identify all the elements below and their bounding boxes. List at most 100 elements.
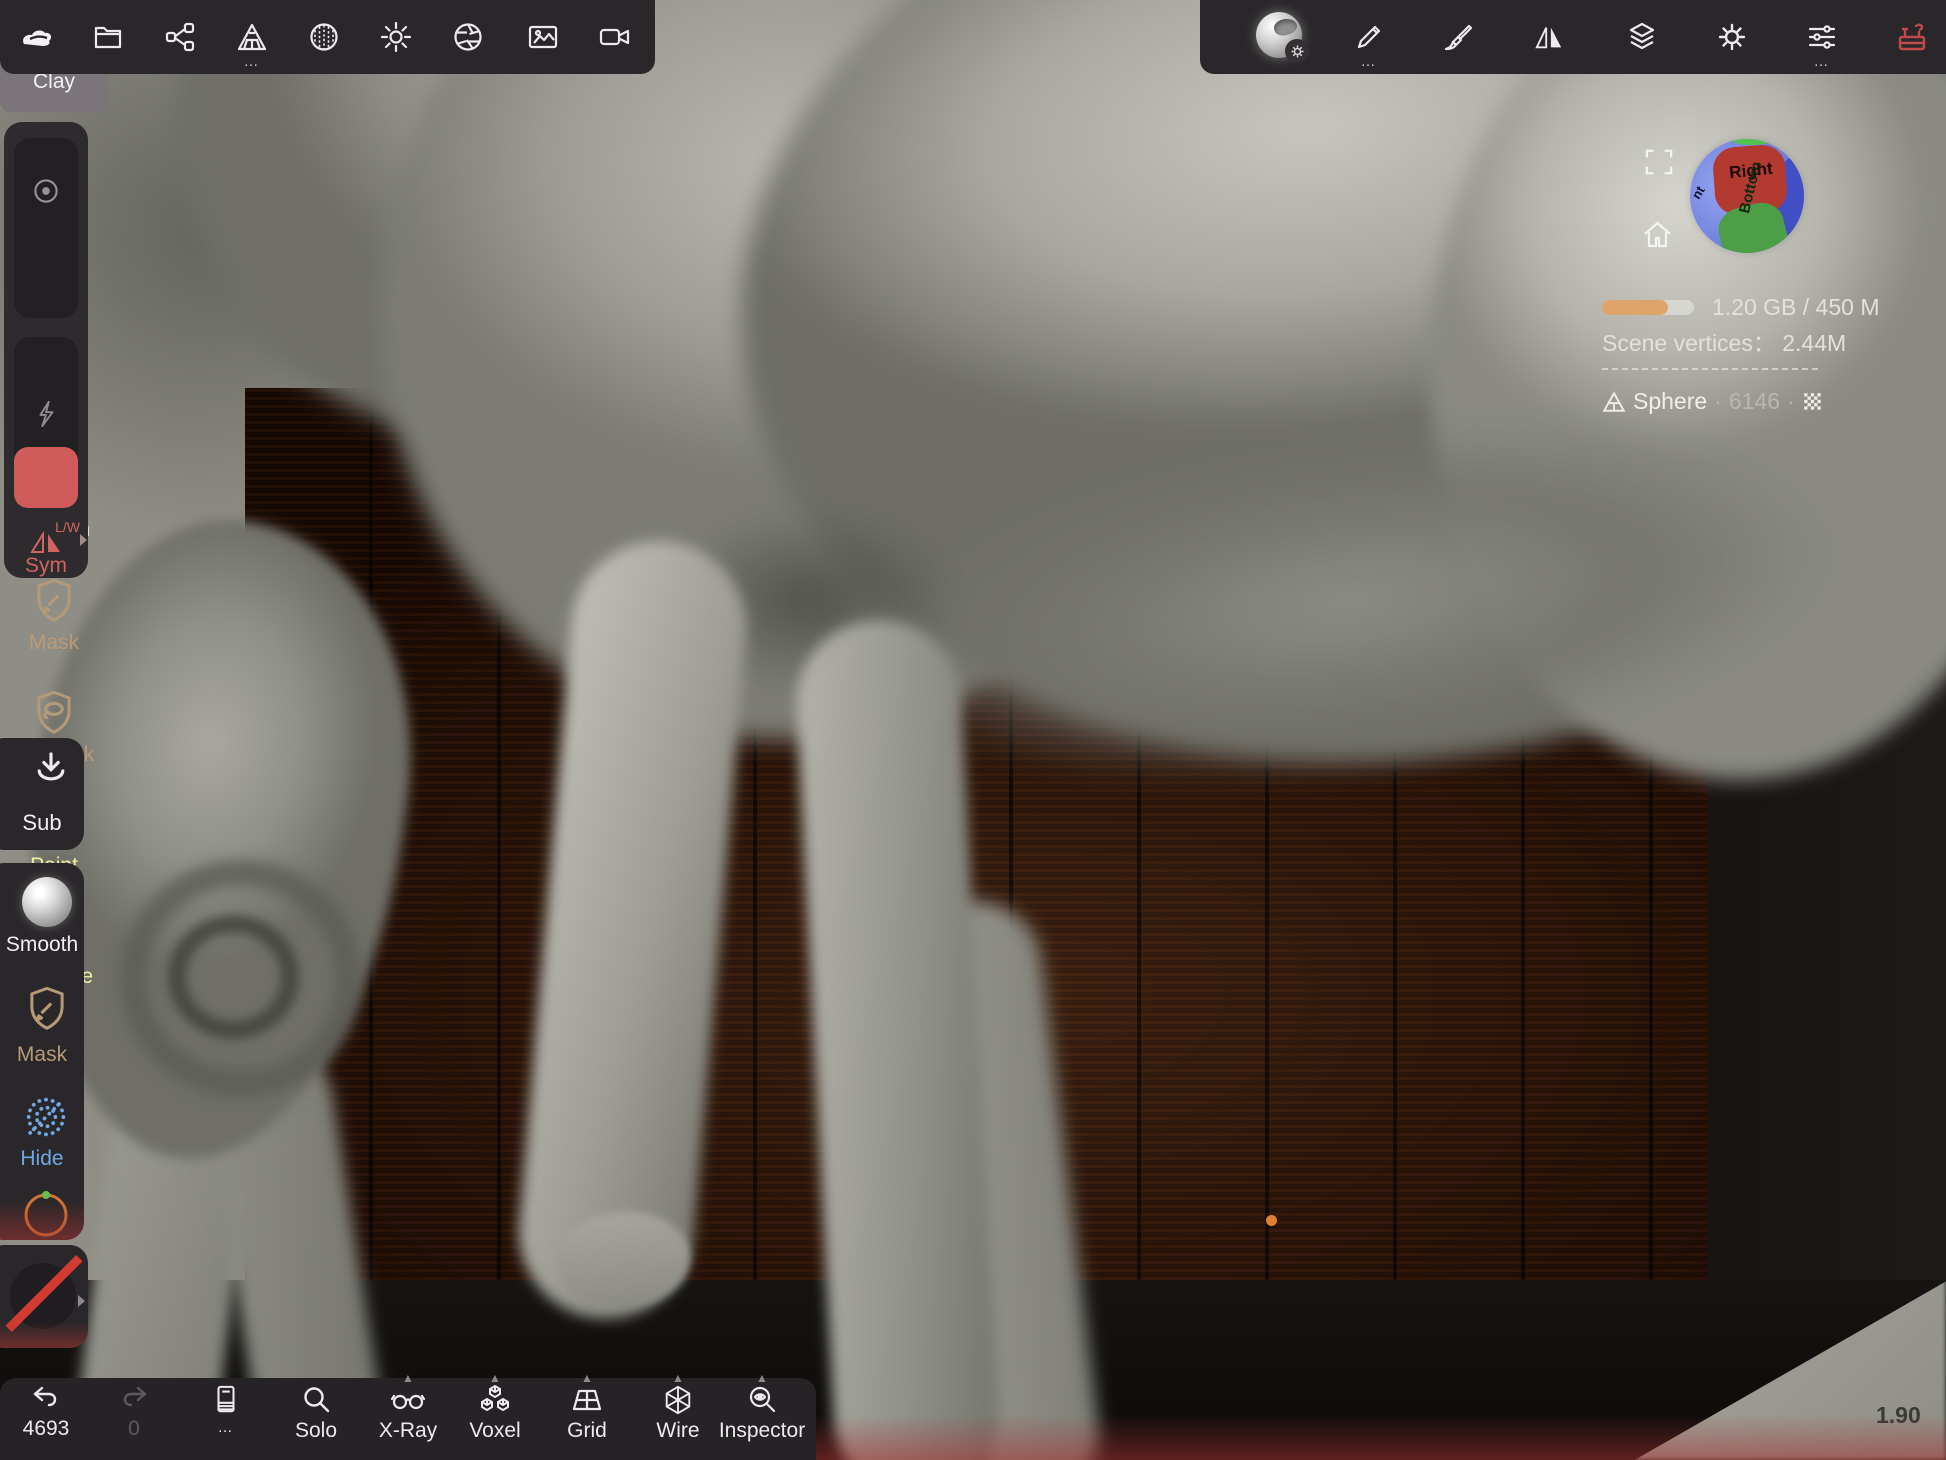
- topology-more-dots: …: [229, 57, 275, 67]
- hud-separator: [1602, 368, 1818, 370]
- lighting-sun-icon: [380, 21, 412, 53]
- settings-gear-icon: [1716, 21, 1748, 53]
- quick-mask-label: Mask: [0, 1043, 84, 1067]
- pencil-icon: [1353, 21, 1385, 53]
- quick-smooth-label: Smooth: [0, 933, 84, 957]
- fullscreen-button[interactable]: [1644, 148, 1674, 176]
- sub-label: Sub: [0, 810, 84, 836]
- mesh-pyramid-icon: [1602, 391, 1626, 413]
- quick-tools-panel: Smooth Mask Hide: [0, 863, 84, 1240]
- symmetry-button[interactable]: [1526, 8, 1572, 66]
- layers-button[interactable]: [1619, 8, 1665, 66]
- scene-vertices-text: Scene vertices： 2.44M: [1602, 324, 1846, 358]
- quick-smooth-button[interactable]: [22, 877, 72, 927]
- lighting-button[interactable]: [373, 8, 419, 66]
- matcap-button[interactable]: [301, 8, 347, 66]
- aperture-icon: [452, 21, 484, 53]
- paint-settings-button[interactable]: [1436, 8, 1482, 66]
- files-button[interactable]: [85, 8, 131, 66]
- background-button[interactable]: [520, 8, 566, 66]
- wire-hexagon-icon: [661, 1384, 695, 1416]
- toolbox-button[interactable]: [1889, 8, 1935, 66]
- settings-button[interactable]: [1709, 8, 1755, 66]
- journal-icon: [211, 1384, 241, 1416]
- material-sphere-icon: [1256, 12, 1302, 58]
- xray-label: X-Ray: [379, 1419, 437, 1443]
- scene-graph-icon: [164, 21, 196, 53]
- journal-more-dots: …: [218, 1419, 235, 1436]
- memory-text: 1.20 GB / 450 M: [1712, 294, 1879, 321]
- inspector-button[interactable]: ▲ Inspector: [722, 1384, 802, 1443]
- postprocess-button[interactable]: [445, 8, 491, 66]
- topology-icon: [236, 22, 268, 52]
- redo-count: 0: [128, 1417, 140, 1441]
- undo-icon: [30, 1384, 62, 1414]
- folder-icon: [92, 21, 124, 53]
- undo-button[interactable]: 4693: [6, 1384, 86, 1441]
- stroke-pencil-button[interactable]: …: [1346, 8, 1392, 66]
- intensity-fill[interactable]: [14, 447, 78, 508]
- alpha-panel: [0, 1245, 88, 1348]
- journal-button[interactable]: …: [186, 1384, 266, 1436]
- mini-gear-icon: [1290, 44, 1305, 59]
- object-count: 6146: [1729, 388, 1780, 415]
- top-left-toolbar: …: [0, 0, 655, 74]
- navigation-sphere[interactable]: Right Bottom nt: [1690, 139, 1804, 253]
- material-gear-badge: [1285, 39, 1309, 63]
- sym-expand-arrow[interactable]: [80, 534, 87, 546]
- intensity-slider[interactable]: [14, 337, 78, 508]
- sub-button[interactable]: [30, 750, 72, 792]
- wire-button[interactable]: ▲ Wire: [638, 1384, 718, 1443]
- quick-hide-icon: [20, 1091, 72, 1143]
- quick-mask-icon: [25, 985, 69, 1033]
- material-button[interactable]: [1256, 6, 1302, 64]
- paint-brush-icon: [1442, 21, 1476, 53]
- radius-slider[interactable]: [14, 138, 78, 318]
- sym-button[interactable]: [28, 531, 64, 555]
- radius-icon: [29, 174, 63, 208]
- alpha-expand-arrow[interactable]: [78, 1295, 85, 1307]
- brush-cursor-dot: [1266, 1215, 1277, 1226]
- video-camera-icon: [598, 21, 632, 53]
- sym-icon: [28, 531, 64, 555]
- gizmo-partial-icon: [20, 1185, 72, 1240]
- memory-bar-track: [1602, 300, 1694, 315]
- nav-label-front-partial: nt: [1690, 183, 1708, 201]
- wire-label: Wire: [656, 1419, 699, 1443]
- quick-mask-button[interactable]: [25, 985, 69, 1033]
- undo-count: 4693: [23, 1417, 70, 1441]
- material-sphere-dent: [1272, 16, 1298, 37]
- interface-sliders-button[interactable]: …: [1799, 8, 1845, 66]
- scene-graph-button[interactable]: [157, 8, 203, 66]
- topology-button[interactable]: …: [229, 8, 275, 66]
- quick-smooth-icon: [22, 877, 72, 927]
- xray-caret: ▲: [402, 1373, 414, 1383]
- grid-button[interactable]: ▲ Grid: [547, 1384, 627, 1443]
- object-info-row[interactable]: Sphere · 6146 ·: [1602, 388, 1824, 415]
- matcap-sphere-icon: [308, 21, 340, 53]
- object-name: Sphere: [1633, 388, 1707, 415]
- voxel-button[interactable]: ▲ Voxel: [455, 1384, 535, 1443]
- intensity-lightning-icon: [31, 399, 61, 429]
- gizmo-partial-button[interactable]: [20, 1185, 72, 1240]
- selmask-tool-icon: [32, 689, 76, 737]
- brush-settings-panel: L/W Sym: [4, 122, 88, 578]
- solo-button[interactable]: Solo: [276, 1384, 356, 1443]
- sliders-icon: [1806, 21, 1838, 53]
- sculpt-horse-eye-inner: [168, 915, 299, 1039]
- redo-button[interactable]: 0: [94, 1384, 174, 1441]
- bottom-toolbar: 4693 0 … Solo ▲ X-Ray: [0, 1378, 816, 1460]
- mask-tool-icon: [32, 577, 76, 625]
- zoom-indicator: 1.90: [1876, 1402, 1921, 1429]
- object-sep: ·: [1714, 388, 1722, 415]
- camera-button[interactable]: [592, 8, 638, 66]
- layers-icon: [1626, 21, 1658, 53]
- home-view-button[interactable]: [1641, 219, 1674, 250]
- xray-button[interactable]: ▲ X-Ray: [368, 1384, 448, 1443]
- checker-icon: [1802, 391, 1824, 413]
- sliders-more-dots: …: [1799, 57, 1845, 67]
- quick-hide-label: Hide: [0, 1147, 84, 1171]
- quick-hide-button[interactable]: [20, 1091, 72, 1143]
- nomad-logo[interactable]: [14, 8, 60, 66]
- sub-arrow-icon: [30, 750, 72, 792]
